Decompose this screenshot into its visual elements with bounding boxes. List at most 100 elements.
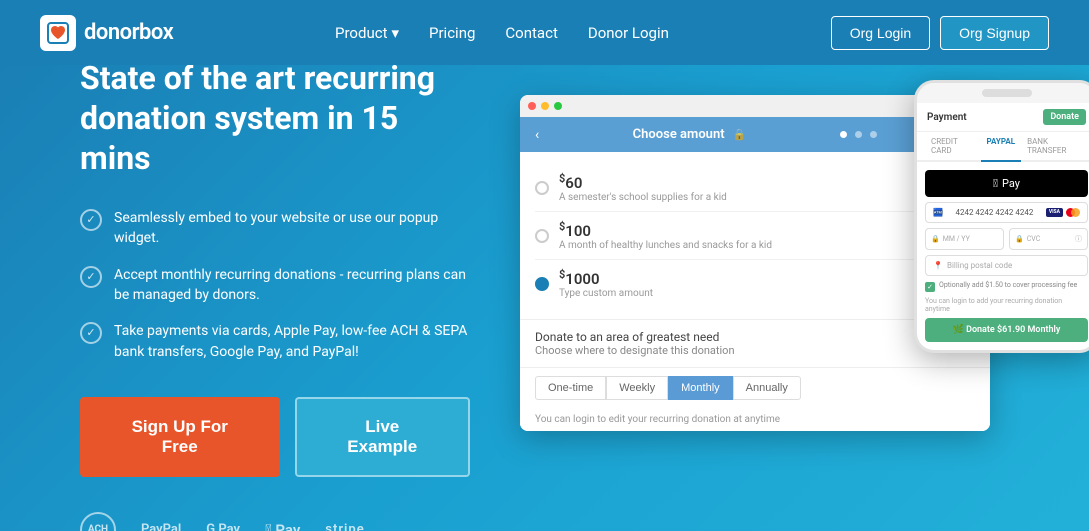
freq-monthly[interactable]: Monthly (668, 376, 733, 400)
signup-button[interactable]: Sign Up For Free (80, 397, 280, 477)
amount-info-1: $60 A semester's school supplies for a k… (559, 172, 975, 203)
logo-icon (40, 15, 76, 51)
mobile-header: Payment Donate (917, 103, 1089, 132)
apple-pay-label: Pay (1002, 177, 1020, 190)
gpay-logo: G Pay (206, 522, 240, 531)
hero-mockups: ‹ Choose amount 🔒 › (520, 65, 1089, 531)
amount-value-1: $60 (559, 172, 975, 192)
card-brand-icons: VISA (1046, 208, 1080, 217)
card-number-value: 4242 4242 4242 4242 (955, 208, 1033, 217)
back-arrow[interactable]: ‹ (535, 127, 539, 143)
amount-info-2: $100 A month of healthy lunches and snac… (559, 220, 975, 251)
mobile-payment-tabs: CREDIT CARD PAYPAL BANK TRANSFER (917, 132, 1089, 162)
hero-section: State of the art recurring donation syst… (0, 65, 1089, 531)
amount-desc-1: A semester's school supplies for a kid (559, 192, 975, 203)
paypal-logo: PayPal (141, 522, 181, 531)
step-dot-2 (855, 131, 862, 138)
donate-amount-label: Donate $61.90 Monthly (966, 325, 1060, 335)
payment-logos: ACH PayPal G Pay  Pay stripe (80, 512, 470, 531)
expiry-value: MM / YY (943, 235, 970, 243)
feature-list: Seamlessly embed to your website or use … (80, 208, 470, 362)
amount-desc-3: Type custom amount (559, 288, 975, 299)
dot-green (554, 102, 562, 110)
logo[interactable]: donorbox (40, 15, 173, 51)
dot-yellow (541, 102, 549, 110)
designation-sub: Choose where to designate this donation (535, 344, 735, 357)
visa-icon: VISA (1046, 208, 1063, 217)
leaf-icon: 🌿 (953, 325, 966, 335)
feature-text-2: Accept monthly recurring donations - rec… (114, 265, 470, 306)
applepay-logo:  Pay (265, 521, 300, 531)
check-icon-2 (80, 266, 102, 288)
donate-amount-button[interactable]: 🌿 Donate $61.90 Monthly (925, 318, 1088, 342)
processing-fee-label: Optionally add $1.50 to cover processing… (939, 281, 1077, 289)
header: donorbox Product ▾ Pricing Contact Donor… (0, 0, 1089, 65)
processing-fee-row[interactable]: ✓ Optionally add $1.50 to cover processi… (925, 281, 1088, 292)
mobile-tab-cc[interactable]: CREDIT CARD (925, 132, 981, 162)
apple-logo-icon:  (993, 177, 998, 190)
feature-text-3: Take payments via cards, Apple Pay, low-… (114, 321, 470, 362)
nav-contact[interactable]: Contact (505, 24, 557, 42)
nav-product[interactable]: Product ▾ (335, 24, 399, 42)
cvc-field[interactable]: 🔒 CVC ⓘ (1009, 228, 1088, 250)
hero-title: State of the art recurring donation syst… (80, 65, 470, 178)
amount-row-2[interactable]: $100 A month of healthy lunches and snac… (535, 212, 975, 260)
form-title: Choose amount (633, 127, 725, 142)
feature-text-1: Seamlessly embed to your website or use … (114, 208, 470, 249)
apple-pay-button[interactable]:  Pay (925, 170, 1088, 197)
logo-text: donorbox (84, 20, 173, 45)
amount-radio-1[interactable] (535, 181, 549, 195)
chevron-down-icon: ▾ (391, 24, 399, 42)
location-icon: 📍 (933, 261, 943, 270)
lock-icon: 🔒 (733, 128, 747, 141)
form-footer-note: You can login to edit your recurring don… (520, 408, 990, 431)
nav-auth-buttons: Org Login Org Signup (831, 16, 1049, 50)
card-number-field[interactable]: 🏧 4242 4242 4242 4242 VISA (925, 202, 1088, 223)
cvc-info-icon: ⓘ (1075, 234, 1082, 244)
postal-value: Billing postal code (947, 261, 1012, 270)
amount-row-1[interactable]: $60 A semester's school supplies for a k… (535, 164, 975, 212)
lock-expiry-icon: 🔒 (931, 235, 940, 243)
lock-cvc-icon: 🔒 (1015, 235, 1024, 243)
amount-radio-3[interactable] (535, 277, 549, 291)
feature-item-1: Seamlessly embed to your website or use … (80, 208, 470, 249)
org-signup-button[interactable]: Org Signup (940, 16, 1049, 50)
freq-annually[interactable]: Annually (733, 376, 801, 400)
stripe-logo: stripe (325, 522, 364, 531)
postal-field[interactable]: 📍 Billing postal code (925, 255, 1088, 276)
mobile-notch (917, 83, 1089, 103)
step-dot-1 (840, 131, 847, 138)
freq-onetime[interactable]: One-time (535, 376, 606, 400)
card-row-2: 🔒 MM / YY 🔒 CVC ⓘ (925, 228, 1088, 250)
nav-donor-login[interactable]: Donor Login (588, 24, 669, 42)
ach-logo: ACH (80, 512, 116, 531)
mobile-tab-paypal[interactable]: PAYPAL (981, 132, 1022, 162)
check-icon-1 (80, 209, 102, 231)
feature-item-3: Take payments via cards, Apple Pay, low-… (80, 321, 470, 362)
mobile-tab-bank[interactable]: BANK TRANSFER (1021, 132, 1088, 162)
expiry-field[interactable]: 🔒 MM / YY (925, 228, 1004, 250)
cta-buttons: Sign Up For Free Live Example (80, 397, 470, 477)
freq-weekly[interactable]: Weekly (606, 376, 668, 400)
amount-desc-2: A month of healthy lunches and snacks fo… (559, 240, 975, 251)
mobile-payment-title: Payment (927, 112, 967, 123)
login-note: You can login to add your recurring dona… (925, 297, 1088, 313)
form-header-dots (840, 131, 877, 138)
nav-pricing[interactable]: Pricing (429, 24, 475, 42)
amount-row-3[interactable]: $1000 Type custom amount (535, 260, 975, 307)
hero-content: State of the art recurring donation syst… (0, 65, 520, 531)
amount-info-3: $1000 Type custom amount (559, 268, 975, 299)
frequency-tabs: One-time Weekly Monthly Annually (520, 367, 990, 408)
designation-label: Donate to an area of greatest need (535, 330, 735, 344)
main-nav: Product ▾ Pricing Contact Donor Login (335, 24, 669, 42)
org-login-button[interactable]: Org Login (831, 16, 930, 50)
donorbox-logo-svg (46, 21, 70, 45)
live-example-button[interactable]: Live Example (295, 397, 471, 477)
amount-radio-2[interactable] (535, 229, 549, 243)
notch-bar (982, 89, 1032, 97)
mobile-donate-button[interactable]: Donate (1043, 109, 1086, 125)
cvc-value: CVC (1027, 235, 1041, 243)
card-icon: 🏧 (933, 208, 943, 217)
step-dot-3 (870, 131, 877, 138)
checkbox-icon[interactable]: ✓ (925, 282, 935, 292)
